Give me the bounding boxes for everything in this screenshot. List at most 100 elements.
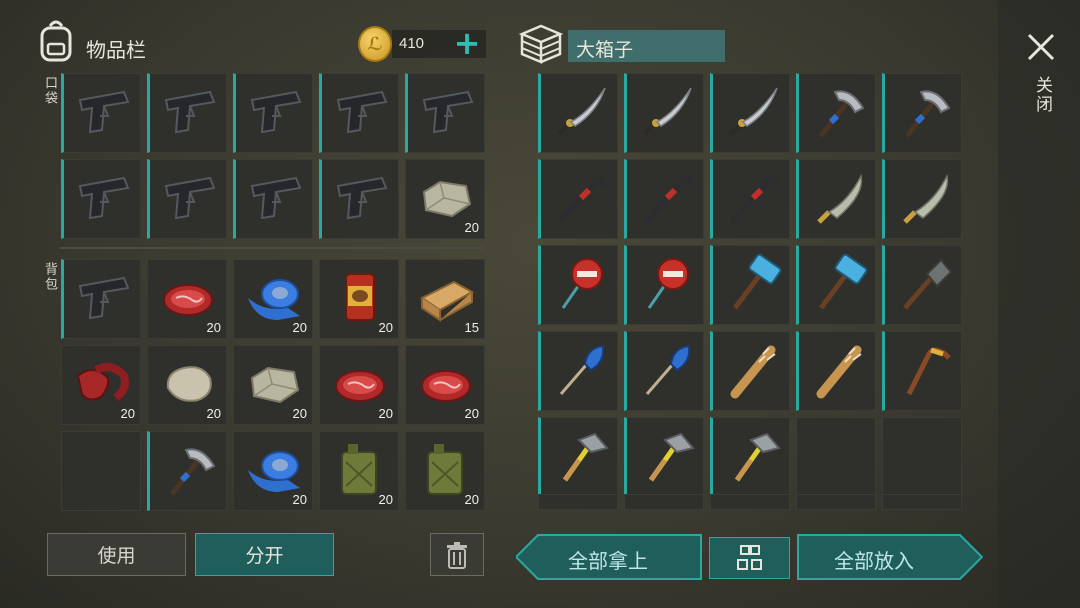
chest-slot[interactable] xyxy=(882,331,962,411)
backpack-slot[interactable]: 15 xyxy=(405,259,485,339)
chest-slot[interactable] xyxy=(882,73,962,153)
chest-slot[interactable] xyxy=(624,331,704,411)
backpack-slot[interactable]: 20 xyxy=(147,259,227,339)
pistol-icon xyxy=(336,176,388,220)
backpack-slot[interactable]: 20 xyxy=(233,431,313,511)
chest-slot[interactable] xyxy=(624,494,704,510)
chest-slot[interactable] xyxy=(796,245,876,325)
oar-icon xyxy=(645,344,691,395)
split-button[interactable]: 分开 xyxy=(195,533,334,576)
crowbar-icon xyxy=(644,176,693,223)
backpack-slot[interactable]: 20 xyxy=(405,431,485,511)
put-all-label: 全部放入 xyxy=(834,549,914,573)
raw-meat-icon xyxy=(421,370,471,402)
crowbar-icon xyxy=(558,176,607,223)
pistol-icon xyxy=(422,90,474,134)
pistol-icon xyxy=(250,90,302,134)
delete-button[interactable] xyxy=(430,533,484,576)
chest-slot[interactable] xyxy=(796,331,876,411)
chest-slot[interactable] xyxy=(538,417,618,497)
chest-slot[interactable] xyxy=(710,245,790,325)
canned-food-icon xyxy=(345,273,375,321)
backpack-slot[interactable] xyxy=(147,431,227,511)
chest-slot[interactable] xyxy=(538,245,618,325)
chest-slot[interactable] xyxy=(624,73,704,153)
backpack-slot[interactable]: 20 xyxy=(233,345,313,425)
chest-slot[interactable] xyxy=(882,494,962,510)
backpack-slot[interactable]: 20 xyxy=(61,345,141,425)
add-coins-button[interactable]: + xyxy=(452,26,482,60)
chest-slot[interactable] xyxy=(796,494,876,510)
chest-slot[interactable] xyxy=(624,159,704,239)
chest-slot[interactable] xyxy=(796,73,876,153)
pockets-label: 口袋 xyxy=(42,76,57,106)
pocket-slot[interactable] xyxy=(319,159,399,239)
backpack-slot[interactable]: 20 xyxy=(319,345,399,425)
backpack-label: 背包 xyxy=(42,262,57,292)
chest-slot[interactable] xyxy=(538,159,618,239)
sledgehammer-icon xyxy=(819,254,868,310)
chest-slot[interactable] xyxy=(710,159,790,239)
pocket-slot[interactable] xyxy=(147,159,227,239)
katana-icon xyxy=(557,87,606,136)
coin-icon: ℒ xyxy=(358,26,392,62)
grid-sort-icon xyxy=(736,545,762,570)
backpack-slot[interactable]: 20 xyxy=(147,345,227,425)
pocket-slot[interactable]: 20 xyxy=(405,159,485,239)
use-button[interactable]: 使用 xyxy=(47,533,186,576)
hammer-icon xyxy=(734,432,781,482)
chest-slot[interactable] xyxy=(882,159,962,239)
chest-slot[interactable] xyxy=(624,417,704,497)
backpack-slot[interactable] xyxy=(61,259,141,339)
chest-slot[interactable] xyxy=(710,331,790,411)
chest-slot[interactable] xyxy=(710,494,790,510)
item-quantity: 20 xyxy=(120,406,135,421)
chest-slot[interactable] xyxy=(624,245,704,325)
pistol-icon xyxy=(164,176,216,220)
chest-slot[interactable] xyxy=(710,417,790,497)
chest-slot[interactable] xyxy=(882,245,962,325)
chest-slot[interactable] xyxy=(796,417,876,497)
pocket-slot[interactable] xyxy=(405,73,485,153)
pocket-slot[interactable] xyxy=(233,73,313,153)
pickaxe-icon xyxy=(170,448,216,496)
trash-icon xyxy=(447,541,467,569)
backpack-slot[interactable]: 20 xyxy=(405,345,485,425)
pocket-slot[interactable] xyxy=(233,159,313,239)
crowbar-icon xyxy=(730,176,779,223)
pocket-slot[interactable] xyxy=(147,73,227,153)
hockey-stick-icon xyxy=(906,347,951,396)
backpack-slot[interactable]: 20 xyxy=(233,259,313,339)
pocket-slot[interactable] xyxy=(61,159,141,239)
backpack-slot[interactable]: 20 xyxy=(319,431,399,511)
chest-slot[interactable] xyxy=(710,73,790,153)
item-quantity: 20 xyxy=(378,320,393,335)
backpack-slot[interactable] xyxy=(61,431,141,511)
hammer-icon xyxy=(562,432,609,482)
pickaxe-icon xyxy=(905,90,951,138)
gas-canister-icon xyxy=(341,444,377,495)
stop-sign-icon xyxy=(647,258,689,309)
item-quantity: 20 xyxy=(464,220,479,235)
chest-slot[interactable] xyxy=(538,73,618,153)
raw-meat-icon xyxy=(335,370,385,402)
pocket-slot[interactable] xyxy=(319,73,399,153)
pistol-icon xyxy=(78,276,130,320)
close-button[interactable]: 关闭 xyxy=(1018,28,1064,128)
stop-sign-icon xyxy=(561,258,603,309)
duct-tape-icon xyxy=(248,279,300,320)
inventory-header: 物品栏 ℒ 410 + xyxy=(38,20,488,68)
machete-icon xyxy=(903,173,949,224)
item-quantity: 20 xyxy=(464,406,479,421)
gas-canister-icon xyxy=(427,444,463,495)
sort-button[interactable] xyxy=(709,537,790,579)
pocket-slot[interactable] xyxy=(61,73,141,153)
chest-slot[interactable] xyxy=(538,331,618,411)
chest-slot[interactable] xyxy=(796,159,876,239)
chest-slot[interactable] xyxy=(882,417,962,497)
pistol-icon xyxy=(164,90,216,134)
spiked-bat-icon xyxy=(730,345,776,399)
chest-slot[interactable] xyxy=(538,494,618,510)
shovel-icon xyxy=(903,258,953,310)
backpack-slot[interactable]: 20 xyxy=(319,259,399,339)
